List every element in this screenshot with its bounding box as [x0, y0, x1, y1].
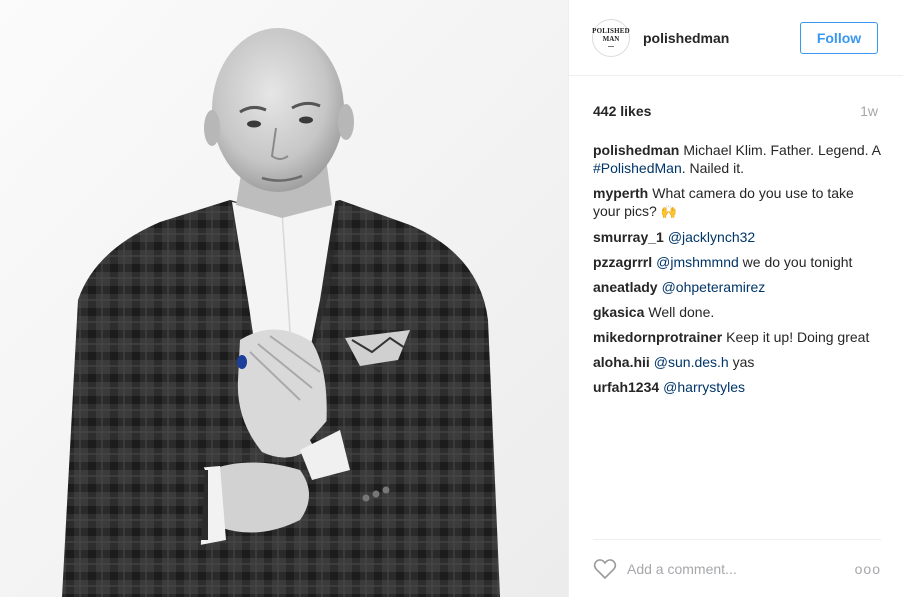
comment-item: aneatlady @ohpeteramirez [593, 278, 883, 296]
post-meta: 442 likes 1w [569, 76, 903, 124]
comment-item: urfah1234 @harrystyles [593, 378, 883, 396]
comment-text: Keep it up! Doing great [726, 329, 870, 345]
comment-list: polishedman Michael Klim. Father. Legend.… [569, 124, 903, 396]
comment-footer: ooo [593, 539, 881, 597]
comment-item: aloha.hii @sun.des.h yas [593, 353, 883, 371]
comment-text: Well done. [648, 304, 715, 320]
comment-text-after: yas [728, 354, 755, 370]
comment-username[interactable]: myperth [593, 185, 648, 201]
comment-username[interactable]: aneatlady [593, 279, 658, 295]
comment-item: polishedman Michael Klim. Father. Legend.… [593, 141, 883, 177]
comment-item: smurray_1 @jacklynch32 [593, 228, 883, 246]
add-comment-input[interactable] [627, 560, 855, 577]
comment-username[interactable]: gkasica [593, 304, 644, 320]
follow-button[interactable]: Follow [800, 21, 878, 54]
comment-item: gkasica Well done. [593, 303, 883, 321]
comment-text-after: . Nailed it. [681, 160, 744, 176]
comment-text: Michael Klim. Father. Legend. A [683, 142, 881, 158]
comment-mention-link[interactable]: @ohpeteramirez [662, 279, 766, 295]
comment-item: myperth What camera do you use to take yo… [593, 184, 883, 221]
avatar-logo-line1: POLISHED [592, 27, 630, 35]
comment-username[interactable]: smurray_1 [593, 229, 664, 245]
username-link[interactable]: polishedman [643, 30, 800, 46]
comment-username[interactable]: aloha.hii [593, 354, 650, 370]
comment-mention-link[interactable]: #PolishedMan [593, 160, 682, 176]
comment-item: pzzagrrrl @jmshmmnd we do you tonight [593, 253, 883, 271]
likes-count[interactable]: 442 likes [593, 103, 651, 119]
comment-username[interactable]: mikedornprotrainer [593, 329, 722, 345]
comment-mention-link[interactable]: @sun.des.h [654, 354, 729, 370]
post-time[interactable]: 1w [860, 103, 878, 119]
comment-text-after: we do you tonight [738, 254, 853, 270]
comment-username[interactable]: polishedman [593, 142, 679, 158]
more-options-icon[interactable]: ooo [855, 561, 881, 577]
post-sidebar: POLISHED MAN polishedman Follow 442 like… [568, 0, 903, 597]
comment-mention-link[interactable]: @jacklynch32 [668, 229, 755, 245]
avatar[interactable]: POLISHED MAN [592, 18, 630, 57]
post-photo[interactable] [0, 0, 568, 597]
post-photo-image [0, 0, 568, 597]
comment-username[interactable]: urfah1234 [593, 379, 659, 395]
raised-hands-emoji-icon: 🙌 [660, 204, 677, 219]
comment-item: mikedornprotrainer Keep it up! Doing grea… [593, 328, 883, 346]
avatar-logo-mark [608, 46, 614, 47]
heart-icon[interactable] [593, 558, 617, 580]
comment-mention-link[interactable]: @harrystyles [663, 379, 745, 395]
avatar-logo-line2: MAN [602, 35, 620, 43]
post-container: POLISHED MAN polishedman Follow 442 like… [0, 0, 903, 597]
comment-username[interactable]: pzzagrrrl [593, 254, 652, 270]
comment-mention-link[interactable]: @jmshmmnd [656, 254, 739, 270]
post-header: POLISHED MAN polishedman Follow [569, 0, 903, 76]
